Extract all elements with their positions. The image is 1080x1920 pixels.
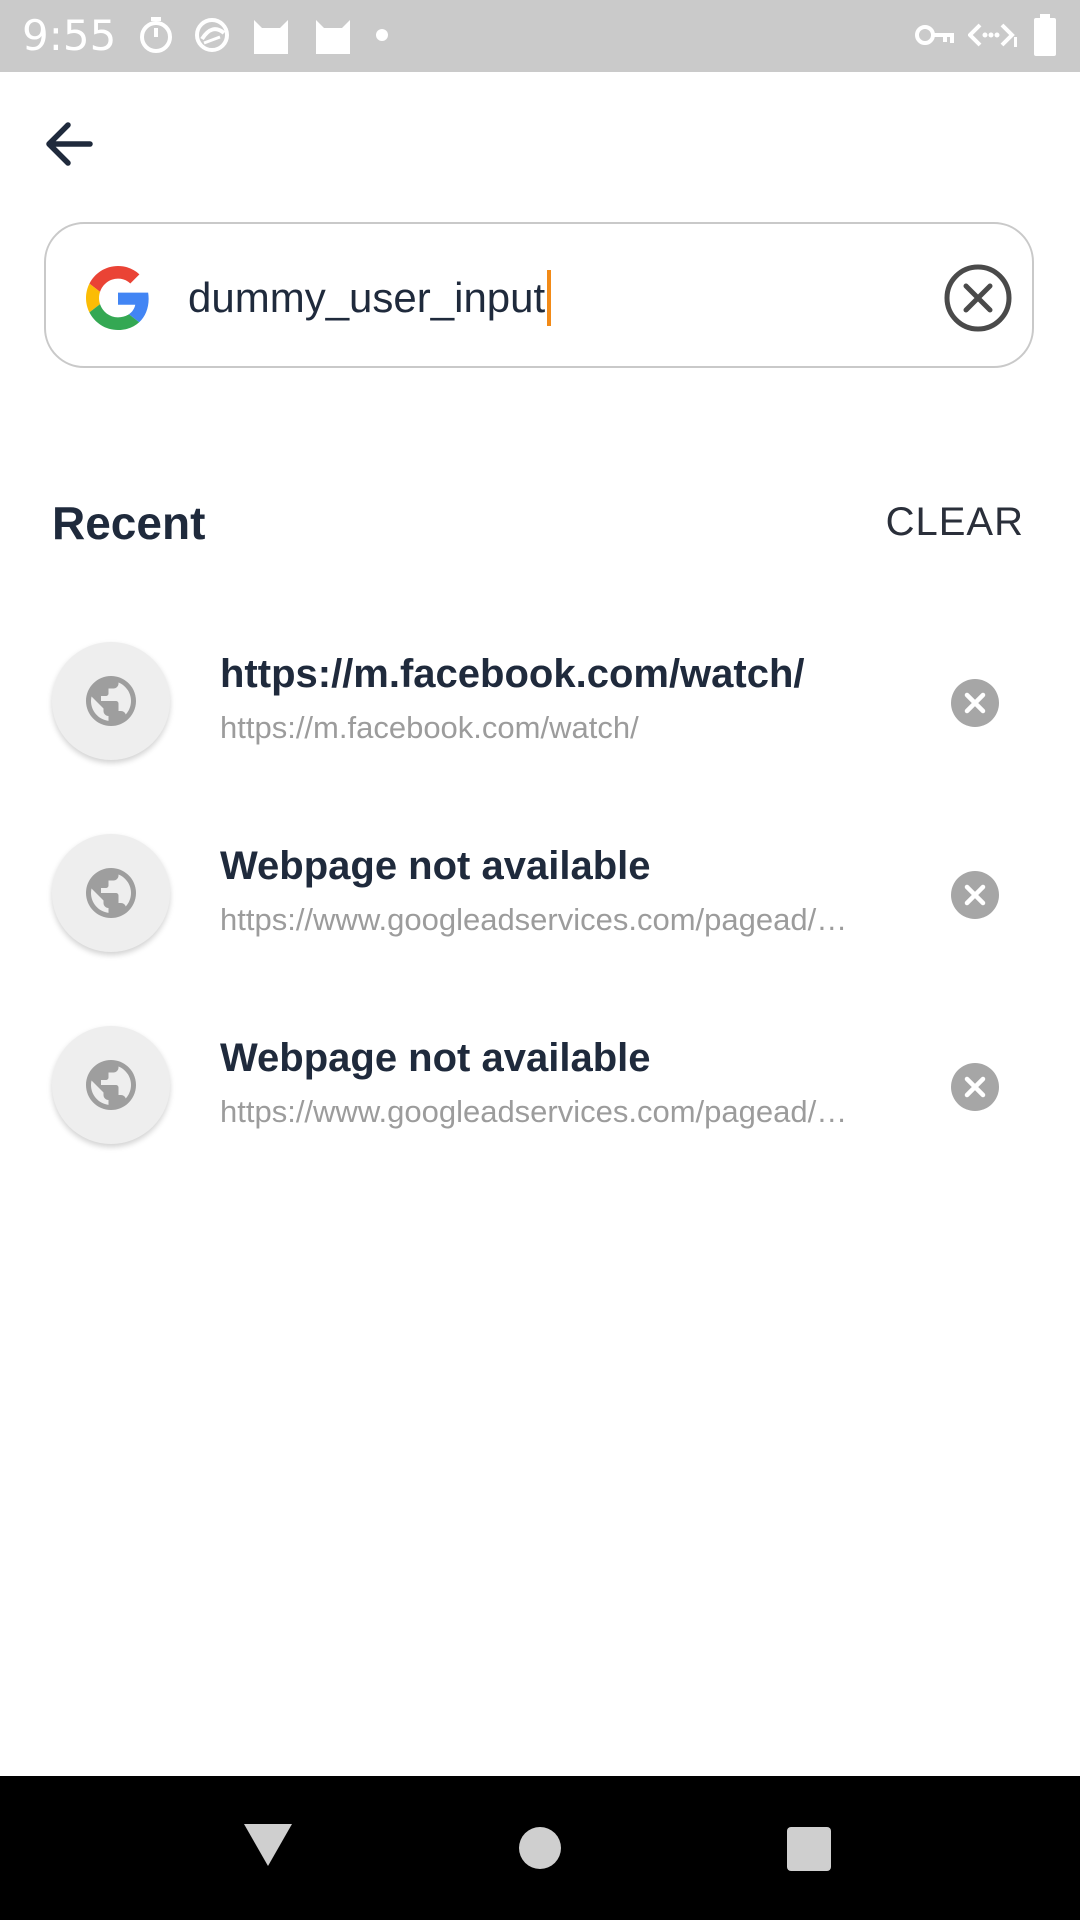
search-input-value: dummy_user_input [188, 274, 546, 321]
arrow-left-icon [46, 122, 93, 166]
search-input[interactable]: dummy_user_input [188, 266, 552, 330]
item-title: Webpage not available [220, 844, 651, 888]
status-icons-right [900, 14, 1058, 56]
text-caret [547, 270, 552, 326]
clear-circle-icon [944, 264, 1012, 332]
item-title: Webpage not available [220, 1036, 651, 1080]
data-saver-icon [968, 23, 1017, 47]
favicon-placeholder [52, 834, 170, 952]
recent-section-title: Recent [52, 497, 206, 549]
clear-search-button[interactable] [942, 262, 1014, 334]
favicon-placeholder [52, 642, 170, 760]
remove-item-button[interactable] [950, 870, 1000, 920]
globe-icon [86, 868, 136, 918]
list-item[interactable]: https://m.facebook.com/watch/ https://m.… [0, 632, 1080, 772]
google-g-icon [86, 266, 149, 330]
status-icons-left [138, 14, 410, 56]
cat-icon [316, 20, 350, 54]
clear-history-button[interactable]: CLEAR [886, 500, 1024, 545]
timer-icon [140, 17, 172, 53]
list-item[interactable]: Webpage not available https://www.google… [0, 824, 1080, 964]
home-circle-icon[interactable] [518, 1826, 562, 1870]
globe-icon [86, 1060, 136, 1110]
back-triangle-icon[interactable] [240, 1820, 296, 1870]
item-url: https://www.googleadservices.com/pagead/… [220, 1094, 860, 1129]
status-bar: 9:55 [0, 0, 1080, 72]
back-button[interactable] [40, 112, 104, 176]
recents-square-icon[interactable] [786, 1826, 832, 1872]
list-item[interactable]: Webpage not available https://www.google… [0, 1016, 1080, 1156]
close-circle-icon [951, 1063, 999, 1111]
sync-icon [195, 18, 229, 52]
system-nav-bar [0, 1776, 1080, 1920]
cat-icon [254, 20, 288, 54]
status-time: 9:55 [22, 11, 117, 60]
close-circle-icon [951, 871, 999, 919]
vpn-key-icon [915, 25, 954, 45]
item-url: https://www.googleadservices.com/pagead/… [220, 902, 860, 937]
close-circle-icon [951, 679, 999, 727]
item-title: https://m.facebook.com/watch/ [220, 652, 805, 696]
favicon-placeholder [52, 1026, 170, 1144]
battery-icon [1034, 14, 1056, 56]
dot-icon [376, 29, 388, 41]
remove-item-button[interactable] [950, 1062, 1000, 1112]
globe-icon [86, 676, 136, 726]
item-url: https://m.facebook.com/watch/ [220, 710, 639, 745]
search-box[interactable]: dummy_user_input [44, 222, 1034, 368]
remove-item-button[interactable] [950, 678, 1000, 728]
